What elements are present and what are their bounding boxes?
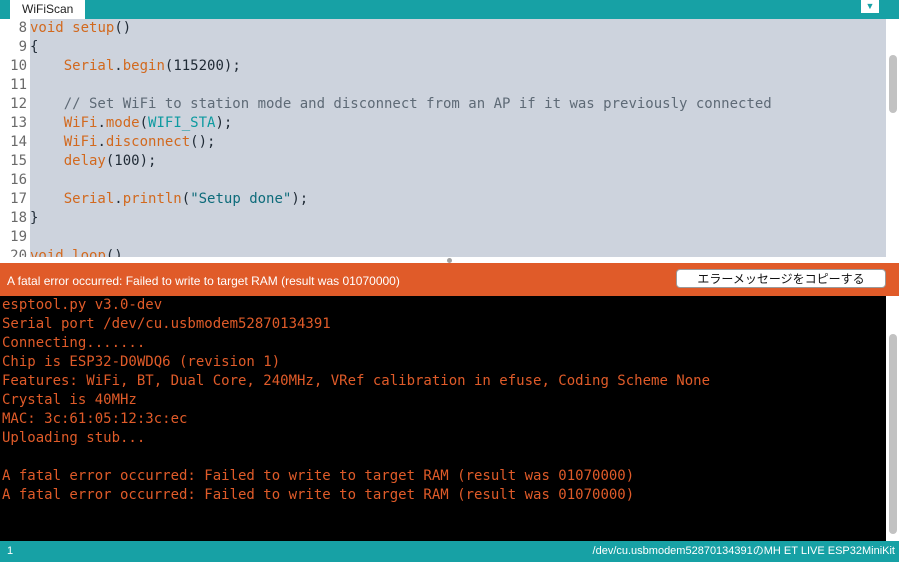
line-number: 11 (10, 77, 27, 93)
code-line[interactable]: delay(100); (30, 152, 157, 171)
console-line: A fatal error occurred: Failed to write … (2, 487, 635, 503)
code-line[interactable]: { (30, 38, 38, 57)
line-number: 20 (10, 248, 27, 257)
line-number: 8 (18, 20, 27, 36)
line-number: 18 (10, 210, 27, 226)
status-line-number: 1 (7, 545, 14, 557)
line-number: 14 (10, 134, 27, 150)
console-line: MAC: 3c:61:05:12:3c:ec (2, 411, 188, 427)
code-line[interactable]: WiFi.disconnect(); (30, 133, 216, 152)
line-number: 9 (18, 39, 27, 55)
error-bar: A fatal error occurred: Failed to write … (0, 263, 899, 296)
console-output[interactable]: A fatal error occurred: Failed to write … (0, 296, 899, 541)
error-message: A fatal error occurred: Failed to write … (7, 274, 400, 288)
line-number-gutter: 8 9 10 11 12 13 14 15 16 17 18 19 20 (0, 19, 30, 257)
console-line: esptool.py v3.0-dev (2, 297, 163, 313)
line-number: 16 (10, 172, 27, 188)
copy-error-button[interactable]: エラーメッセージをコピーする (676, 269, 886, 288)
line-number: 17 (10, 191, 27, 207)
line-number: 12 (10, 96, 27, 112)
editor-scrollbar-thumb[interactable] (889, 55, 897, 113)
editor-scrollbar[interactable] (886, 19, 899, 257)
tab-bar: WiFiScan ▼ (0, 0, 899, 19)
console-line: Chip is ESP32-D0WDQ6 (revision 1) (2, 354, 281, 370)
code-line[interactable]: Serial.println("Setup done"); (30, 190, 308, 209)
line-number: 15 (10, 153, 27, 169)
code-area[interactable]: void setup(){ Serial.begin(115200); // S… (30, 19, 886, 257)
line-number: 19 (10, 229, 27, 245)
console-line: Crystal is 40MHz (2, 392, 137, 408)
console-line: Connecting....... (2, 335, 146, 351)
code-line[interactable]: Serial.begin(115200); (30, 57, 241, 76)
console-scrollbar-thumb[interactable] (889, 334, 897, 534)
status-bar: 1 /dev/cu.usbmodem52870134391のMH ET LIVE… (0, 541, 899, 562)
code-line[interactable]: // Set WiFi to station mode and disconne… (30, 95, 772, 114)
code-line[interactable]: } (30, 209, 38, 228)
console-scrollbar[interactable] (886, 296, 899, 541)
line-number: 10 (10, 58, 27, 74)
console-line: Serial port /dev/cu.usbmodem52870134391 (2, 316, 331, 332)
code-line[interactable]: WiFi.mode(WIFI_STA); (30, 114, 233, 133)
dropdown-arrow-icon[interactable]: ▼ (861, 0, 879, 13)
code-line[interactable]: void loop() (30, 247, 123, 257)
console-line: Uploading stub... (2, 430, 146, 446)
tab-wifiscan[interactable]: WiFiScan (10, 0, 86, 19)
status-board-info: /dev/cu.usbmodem52870134391のMH ET LIVE E… (592, 545, 895, 557)
console-line: Features: WiFi, BT, Dual Core, 240MHz, V… (2, 373, 711, 389)
code-line[interactable]: void setup() (30, 19, 131, 38)
console-line: A fatal error occurred: Failed to write … (2, 468, 635, 484)
line-number: 13 (10, 115, 27, 131)
code-editor[interactable]: 8 9 10 11 12 13 14 15 16 17 18 19 20 void setup(){ S… (0, 19, 899, 257)
